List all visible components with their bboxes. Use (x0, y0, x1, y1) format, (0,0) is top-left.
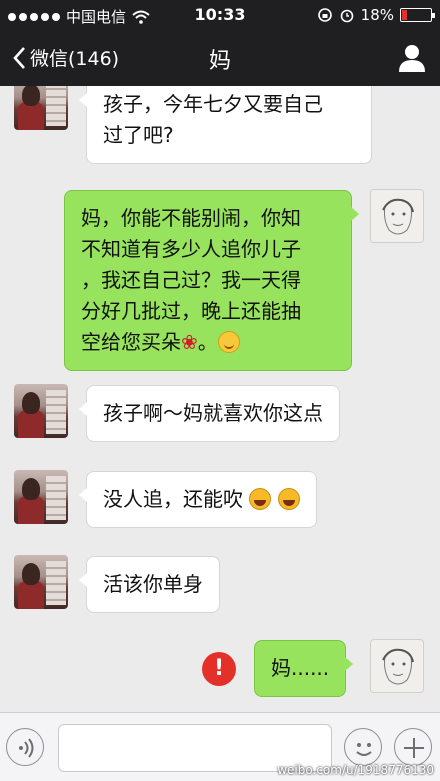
avatar-mom[interactable] (14, 384, 68, 438)
message-bubble-received[interactable]: 没人追，还能吹 (79, 471, 317, 528)
message-text: 不知道有多少人追你儿子 (81, 237, 301, 261)
laugh-emoji-icon (277, 488, 300, 510)
message-bubble-sent[interactable]: 妈，你能不能别闹，你知 不知道有多少人追你儿子 ，我还自己过？我一天得 分好几批… (64, 190, 359, 371)
message-text: 空给您买朵 (81, 330, 181, 354)
smile-emoji-icon (217, 331, 240, 353)
message-bubble-received[interactable]: 活该你单身 (79, 556, 220, 613)
plus-icon (404, 738, 424, 758)
person-icon[interactable] (396, 42, 428, 74)
voice-icon (19, 738, 34, 758)
laugh-emoji-icon (249, 488, 272, 510)
avatar-mom[interactable] (14, 555, 68, 609)
message-bubble-received[interactable]: 孩子啊～妈就喜欢你这点 (79, 385, 340, 442)
message-text: 孩子，今年七夕又要自己 (103, 92, 323, 116)
avatar-me[interactable] (370, 639, 424, 693)
emoji-button[interactable] (344, 728, 382, 766)
sketch-portrait-icon (382, 198, 414, 235)
message-text: 妈，你能不能别闹，你知 (81, 206, 301, 230)
rotation-lock-icon (317, 8, 332, 22)
voice-input-button[interactable] (6, 728, 44, 766)
chat-area[interactable]: 孩子，今年七夕又要自己 过了吧? 妈，你能不能别闹，你知 不知道有多少人追你儿子… (0, 86, 440, 712)
alarm-icon (340, 9, 353, 23)
sketch-portrait-icon (382, 648, 414, 685)
message-text: 活该你单身 (103, 572, 203, 596)
battery-icon (400, 8, 435, 22)
message-text: 分好几批过，晚上还能抽 (81, 299, 301, 323)
input-bar: weibo.com/u/1918776130 (0, 712, 440, 781)
nav-bar: 微信(146) 妈 (0, 30, 440, 86)
send-failed-icon[interactable]: ! (202, 652, 236, 686)
status-bar: 中国电信 10:33 18% (0, 0, 440, 30)
message-text-line: 空给您买朵❀。 (81, 327, 335, 358)
message-bubble-received[interactable]: 孩子，今年七夕又要自己 过了吧? (79, 86, 372, 164)
avatar-mom[interactable] (14, 470, 68, 524)
message-text: 妈...... (271, 656, 330, 680)
smiley-icon (356, 743, 372, 756)
message-text: ，我还自己过？我一天得 (81, 268, 301, 292)
message-text: 没人追，还能吹 (103, 487, 243, 511)
message-text: 孩子啊～妈就喜欢你这点 (103, 401, 323, 425)
battery-percent: 18% (360, 6, 394, 24)
message-text: 。 (197, 330, 218, 354)
chat-title: 妈 (208, 49, 231, 74)
watermark: weibo.com/u/1918776130 (277, 763, 434, 777)
avatar-me[interactable] (370, 189, 424, 243)
message-bubble-sent[interactable]: 妈...... (254, 640, 354, 697)
avatar-mom[interactable] (14, 86, 68, 130)
more-button[interactable] (394, 728, 432, 766)
rose-icon: ❀ (181, 330, 198, 354)
message-text: 过了吧? (103, 123, 174, 147)
